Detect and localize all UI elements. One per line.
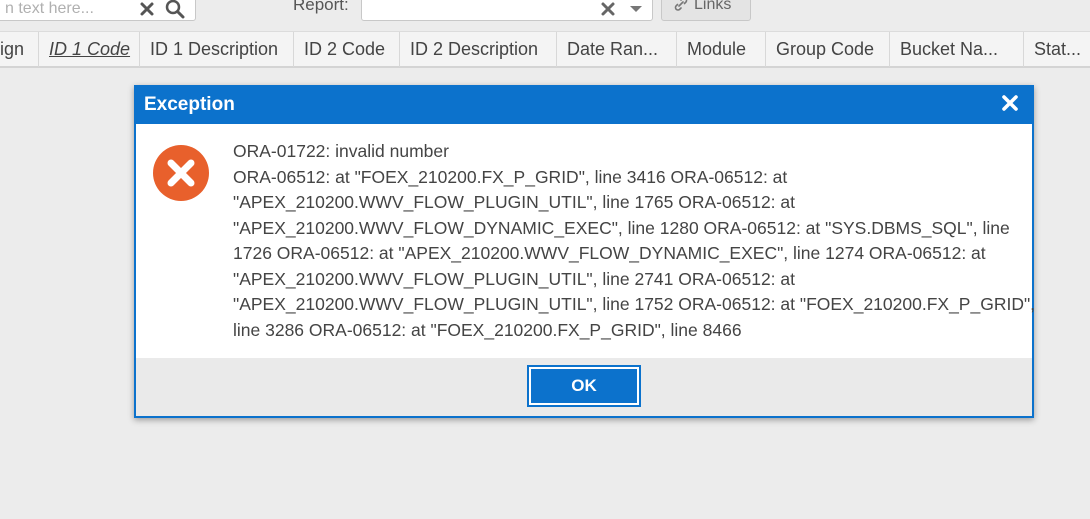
- grid-header: ign ID 1 Code ID 1 Description ID 2 Code…: [0, 31, 1090, 68]
- column-header-bucket-name[interactable]: Bucket Na...: [890, 32, 1024, 67]
- error-message-line: line 3286 ORA-06512: at "FOEX_210200.FX_…: [233, 319, 742, 340]
- column-header-group-code[interactable]: Group Code: [766, 32, 890, 67]
- column-header-id1-code[interactable]: ID 1 Code: [39, 32, 140, 67]
- link-icon: [674, 0, 688, 11]
- dialog-title: Exception: [144, 94, 235, 115]
- error-message-line: "APEX_210200.WWV_FLOW_PLUGIN_UTIL", line…: [233, 268, 795, 289]
- dialog-body: ORA-01722: invalid number ORA-06512: at …: [136, 124, 1036, 358]
- column-header-id1-description[interactable]: ID 1 Description: [140, 32, 294, 67]
- column-header-id2-description[interactable]: ID 2 Description: [400, 32, 557, 67]
- report-select[interactable]: [361, 0, 653, 21]
- links-button[interactable]: Links: [661, 0, 751, 21]
- column-header-date-ran[interactable]: Date Ran...: [557, 32, 677, 67]
- clear-icon[interactable]: [139, 1, 155, 17]
- error-message-line: "APEX_210200.WWV_FLOW_PLUGIN_UTIL", line…: [233, 294, 1036, 314]
- toolbar: n text here... Report: Links: [0, 0, 1090, 30]
- error-message-line: 1726 ORA-06512: at "APEX_210200.WWV_FLOW…: [233, 243, 986, 263]
- exception-dialog: Exception ORA-01722: invalid number ORA-…: [134, 85, 1036, 418]
- chevron-down-icon[interactable]: [628, 3, 644, 15]
- error-message-line: ORA-06512: at "FOEX_210200.FX_P_GRID", l…: [233, 166, 788, 187]
- error-message-line: "APEX_210200.WWV_FLOW_PLUGIN_UTIL", line…: [233, 192, 795, 212]
- search-icon[interactable]: [165, 0, 185, 19]
- search-placeholder: n text here...: [5, 0, 94, 17]
- search-input[interactable]: n text here...: [0, 0, 196, 21]
- error-message-line: "APEX_210200.WWV_FLOW_DYNAMIC_EXEC", lin…: [233, 217, 1010, 238]
- report-label: Report:: [293, 0, 349, 14]
- column-header-status[interactable]: Stat...: [1024, 32, 1090, 67]
- close-icon[interactable]: [1000, 93, 1020, 113]
- error-icon: [153, 145, 209, 201]
- column-header-id2-code[interactable]: ID 2 Code: [294, 32, 400, 67]
- ok-button[interactable]: OK: [527, 365, 641, 407]
- error-message-line: ORA-01722: invalid number: [233, 141, 449, 161]
- column-header-module[interactable]: Module: [677, 32, 766, 67]
- clear-icon[interactable]: [600, 1, 616, 17]
- column-header[interactable]: ign: [0, 32, 39, 67]
- dialog-footer: OK: [136, 358, 1032, 416]
- links-button-label: Links: [694, 0, 732, 13]
- error-message: ORA-01722: invalid number ORA-06512: at …: [233, 139, 1036, 343]
